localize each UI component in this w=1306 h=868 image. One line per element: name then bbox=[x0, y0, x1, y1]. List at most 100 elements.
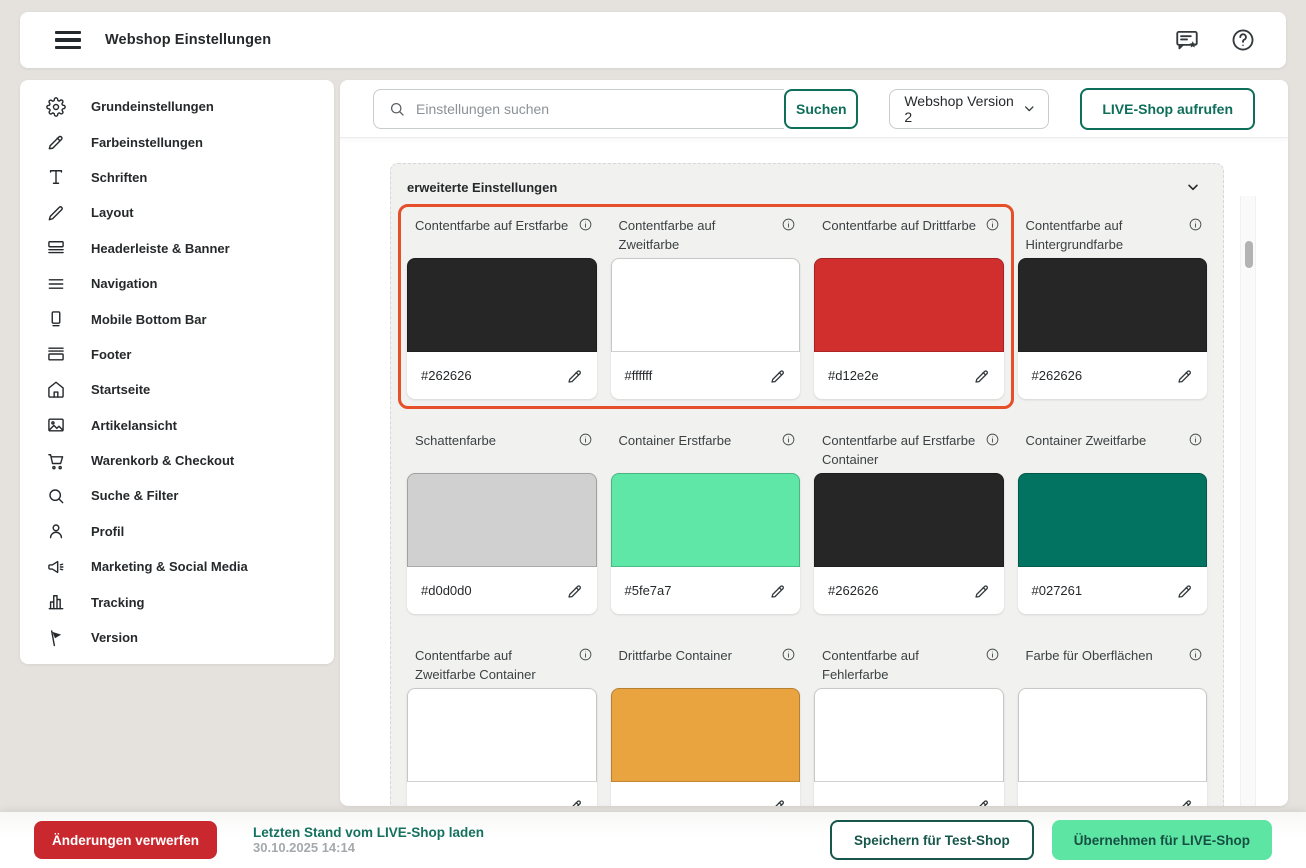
eyedropper-icon[interactable] bbox=[769, 367, 787, 385]
sidebar-item-schriften[interactable]: Schriften bbox=[20, 160, 334, 195]
sidebar-item-suche-filter[interactable]: Suche & Filter bbox=[20, 478, 334, 513]
eyedropper-icon[interactable] bbox=[566, 582, 584, 600]
info-icon[interactable] bbox=[578, 647, 593, 662]
color-hex-value: #d0d0d0 bbox=[421, 583, 472, 598]
sidebar-item-mobile-bottom-bar[interactable]: Mobile Bottom Bar bbox=[20, 301, 334, 336]
color-swatch-card: #262626 bbox=[1017, 258, 1207, 399]
sidebar-item-label: Navigation bbox=[91, 276, 158, 292]
vertical-scrollbar[interactable] bbox=[1240, 196, 1256, 806]
live-shop-button[interactable]: LIVE-Shop aufrufen bbox=[1080, 87, 1255, 130]
image-icon bbox=[46, 415, 66, 435]
color-swatch[interactable] bbox=[1017, 258, 1207, 352]
info-icon[interactable] bbox=[781, 647, 796, 662]
save-test-shop-button[interactable]: Speichern für Test-Shop bbox=[829, 820, 1034, 860]
color-swatch-card: #262626 bbox=[814, 473, 1004, 614]
color-swatch[interactable] bbox=[1017, 688, 1207, 782]
info-icon[interactable] bbox=[578, 217, 593, 232]
color-setting-label: Contentfarbe auf Fehlerfarbe bbox=[822, 648, 919, 682]
version-select[interactable]: Webshop Version 2 bbox=[889, 88, 1050, 129]
color-swatch[interactable] bbox=[814, 473, 1004, 567]
color-swatch[interactable] bbox=[814, 258, 1004, 352]
sidebar-item-label: Version bbox=[91, 630, 138, 646]
version-select-value: Webshop Version 2 bbox=[904, 92, 1014, 125]
sidebar-item-version[interactable]: Version bbox=[20, 620, 334, 655]
sidebar-item-label: Grundeinstellungen bbox=[91, 99, 214, 115]
color-swatch[interactable] bbox=[610, 258, 800, 352]
sidebar-item-label: Layout bbox=[91, 205, 134, 221]
discard-changes-button[interactable]: Änderungen verwerfen bbox=[34, 821, 218, 859]
help-icon[interactable] bbox=[1230, 27, 1256, 53]
eyedropper-icon[interactable] bbox=[973, 367, 991, 385]
action-bar: Änderungen verwerfen Letzten Stand vom L… bbox=[0, 812, 1306, 868]
info-icon[interactable] bbox=[1188, 432, 1203, 447]
menu-icon[interactable] bbox=[55, 30, 81, 50]
sidebar-item-tracking[interactable]: Tracking bbox=[20, 584, 334, 619]
eyedropper-icon[interactable] bbox=[973, 797, 991, 806]
eyedropper-icon[interactable] bbox=[973, 582, 991, 600]
color-swatch[interactable] bbox=[814, 688, 1004, 782]
eyedropper-icon[interactable] bbox=[566, 367, 584, 385]
load-live-link[interactable]: Letzten Stand vom LIVE-Shop laden bbox=[253, 825, 484, 840]
eyedropper-icon[interactable] bbox=[769, 797, 787, 806]
sidebar-item-artikelansicht[interactable]: Artikelansicht bbox=[20, 408, 334, 443]
footer-bar-icon bbox=[46, 344, 66, 364]
eyedropper-icon[interactable] bbox=[1176, 797, 1194, 806]
sidebar-item-navigation[interactable]: Navigation bbox=[20, 266, 334, 301]
load-live-state: Letzten Stand vom LIVE-Shop laden 30.10.… bbox=[253, 825, 484, 855]
sidebar-item-startseite[interactable]: Startseite bbox=[20, 372, 334, 407]
color-hex-value: #ffffff bbox=[624, 368, 653, 383]
color-setting-tile: Contentfarbe auf Zweitfarbe Container bbox=[407, 644, 597, 806]
sidebar-item-footer[interactable]: Footer bbox=[20, 337, 334, 372]
eyedropper-icon[interactable] bbox=[769, 582, 787, 600]
sidebar-item-profil[interactable]: Profil bbox=[20, 514, 334, 549]
sidebar-item-layout[interactable]: Layout bbox=[20, 195, 334, 230]
user-icon bbox=[46, 521, 66, 541]
sidebar-item-grundeinstellungen[interactable]: Grundeinstellungen bbox=[20, 89, 334, 124]
sidebar-item-warenkorb-checkout[interactable]: Warenkorb & Checkout bbox=[20, 443, 334, 478]
advanced-settings-header[interactable]: erweiterte Einstellungen bbox=[407, 176, 1207, 198]
sidebar-item-marketing-social-media[interactable]: Marketing & Social Media bbox=[20, 549, 334, 584]
sidebar-item-farbeinstellungen[interactable]: Farbeinstellungen bbox=[20, 124, 334, 159]
eyedropper-icon[interactable] bbox=[566, 797, 584, 806]
eyedropper-icon[interactable] bbox=[1176, 367, 1194, 385]
info-icon[interactable] bbox=[578, 432, 593, 447]
scrollbar-thumb[interactable] bbox=[1245, 241, 1253, 268]
search-box bbox=[373, 88, 785, 129]
color-setting-tile: Contentfarbe auf Fehlerfarbe bbox=[814, 644, 1004, 806]
info-icon[interactable] bbox=[781, 217, 796, 232]
advanced-settings-panel: erweiterte Einstellungen Contentfarbe au… bbox=[390, 163, 1224, 806]
info-icon[interactable] bbox=[781, 432, 796, 447]
color-swatch[interactable] bbox=[407, 688, 597, 782]
color-hex-value: #5fe7a7 bbox=[624, 583, 672, 598]
sidebar-item-label: Suche & Filter bbox=[91, 488, 179, 504]
eyedropper-icon[interactable] bbox=[1176, 582, 1194, 600]
info-icon[interactable] bbox=[985, 217, 1000, 232]
info-icon[interactable] bbox=[1188, 217, 1203, 232]
info-icon[interactable] bbox=[985, 647, 1000, 662]
color-tiles-grid: Contentfarbe auf Erstfarbe #262626 Content… bbox=[398, 204, 1207, 806]
search-button[interactable]: Suchen bbox=[784, 88, 859, 129]
chevron-down-icon[interactable] bbox=[1185, 179, 1201, 195]
color-swatch[interactable] bbox=[407, 258, 597, 352]
color-swatch[interactable] bbox=[407, 473, 597, 567]
color-setting-label: Drittfarbe Container bbox=[618, 648, 732, 663]
cart-icon bbox=[46, 451, 66, 471]
home-icon bbox=[46, 380, 66, 400]
apply-live-shop-button[interactable]: Übernehmen für LIVE-Shop bbox=[1051, 820, 1272, 860]
info-icon[interactable] bbox=[985, 432, 1000, 447]
feedback-icon[interactable] bbox=[1174, 27, 1200, 53]
load-live-timestamp: 30.10.2025 14:14 bbox=[253, 840, 355, 855]
sidebar-item-headerleiste-banner[interactable]: Headerleiste & Banner bbox=[20, 231, 334, 266]
header-banner-icon bbox=[46, 238, 66, 258]
info-icon[interactable] bbox=[1188, 647, 1203, 662]
color-swatch-card bbox=[610, 688, 800, 806]
color-swatch[interactable] bbox=[610, 473, 800, 567]
sidebar-item-label: Mobile Bottom Bar bbox=[91, 311, 207, 327]
sidebar-item-label: Profil bbox=[91, 523, 125, 539]
color-swatch[interactable] bbox=[610, 688, 800, 782]
sidebar: Grundeinstellungen Farbeinstellungen Schri… bbox=[20, 80, 334, 664]
search-input[interactable] bbox=[416, 100, 771, 117]
color-setting-label: Contentfarbe auf Hintergrundfarbe bbox=[1025, 218, 1124, 252]
sidebar-item-label: Farbeinstellungen bbox=[91, 134, 203, 150]
color-swatch[interactable] bbox=[1017, 473, 1207, 567]
